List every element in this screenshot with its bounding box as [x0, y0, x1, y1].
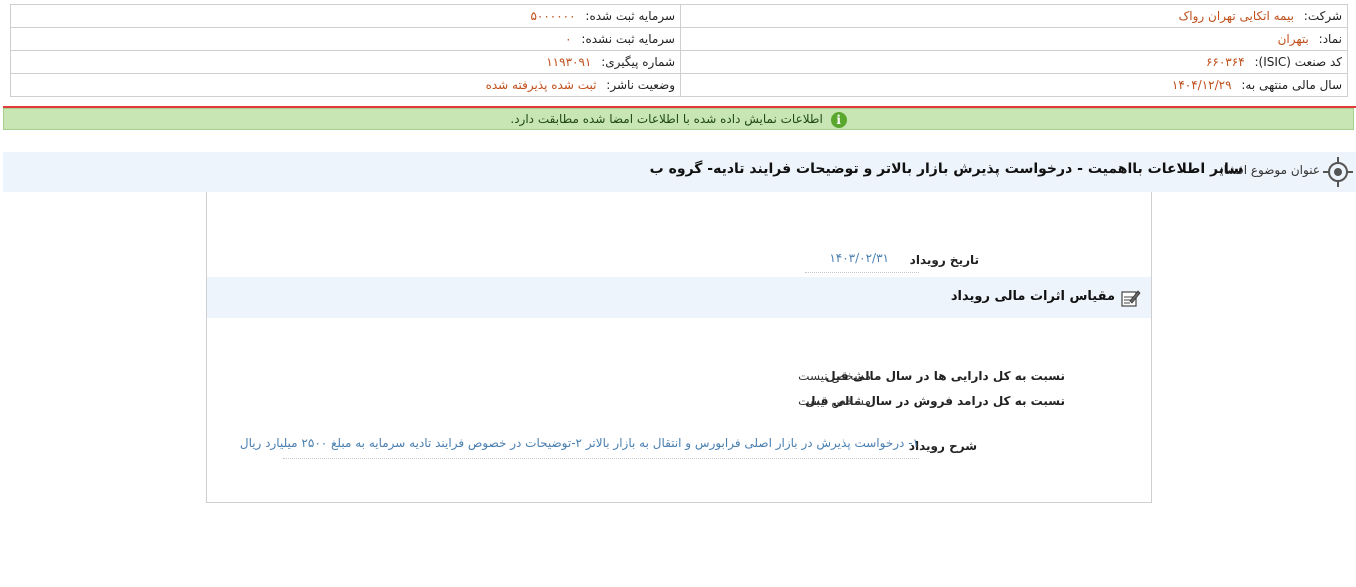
financial-effects-section: مقیاس اثرات مالی رویداد	[207, 277, 1151, 318]
event-date-label: تاریخ رویداد	[909, 253, 979, 267]
fiscal-year-label: سال مالی منتهی به:	[1241, 78, 1342, 92]
event-date-value: ۱۴۰۳/۰۲/۳۱	[829, 251, 889, 265]
company-label: شرکت:	[1303, 9, 1342, 23]
info-row: شرکت: بیمه اتکایی تهران رواک سرمایه ثبت …	[10, 4, 1348, 28]
symbol-label: نماد:	[1318, 32, 1342, 46]
ratio-assets-value: مشخص نیست	[798, 369, 871, 383]
topic-title: سایر اطلاعات بااهمیت - درخواست پذیرش باز…	[649, 161, 1243, 177]
publisher-status-cell: وضعیت ناشر: ثبت شده پذیرفته شده	[10, 73, 681, 97]
event-description-label: شرح رویداد	[908, 439, 977, 453]
registered-capital-value: ۵۰۰۰۰۰۰	[530, 9, 576, 23]
tracking-cell: شماره پیگیری: ۱۱۹۳۰۹۱	[10, 50, 681, 74]
verification-notice-text: اطلاعات نمایش داده شده با اطلاعات امضا ش…	[510, 112, 823, 126]
info-row: سال مالی منتهی به: ۱۴۰۴/۱۲/۲۹ وضعیت ناشر…	[10, 73, 1348, 97]
edit-note-icon	[1121, 290, 1141, 307]
tracking-value: ۱۱۹۳۰۹۱	[546, 55, 592, 69]
verification-notice: i اطلاعات نمایش داده شده با اطلاعات امضا…	[3, 108, 1354, 130]
event-description-underline	[283, 458, 919, 459]
info-row: نماد: بتهران سرمایه ثبت نشده: ۰	[10, 27, 1348, 51]
ratio-revenue-value: مشخص نیست	[798, 394, 871, 408]
isic-label: کد صنعت (ISIC):	[1254, 55, 1342, 69]
publisher-status-label: وضعیت ناشر:	[606, 78, 675, 92]
company-cell: شرکت: بیمه اتکایی تهران رواک	[680, 4, 1348, 28]
section-title: مقیاس اثرات مالی رویداد	[950, 289, 1115, 304]
isic-value: ۶۶۰۳۶۴	[1205, 55, 1245, 69]
unregistered-capital-value: ۰	[565, 32, 572, 46]
tracking-label: شماره پیگیری:	[601, 55, 675, 69]
unregistered-capital-label: سرمایه ثبت نشده:	[581, 32, 675, 46]
isic-cell: کد صنعت (ISIC): ۶۶۰۳۶۴	[680, 50, 1348, 74]
event-date-underline	[805, 272, 919, 273]
fiscal-year-cell: سال مالی منتهی به: ۱۴۰۴/۱۲/۲۹	[680, 73, 1348, 97]
unregistered-capital-cell: سرمایه ثبت نشده: ۰	[10, 27, 681, 51]
publisher-status-value: ثبت شده پذیرفته شده	[485, 78, 597, 92]
symbol-value: بتهران	[1277, 32, 1309, 46]
target-icon	[1323, 157, 1353, 187]
event-panel: تاریخ رویداد ۱۴۰۳/۰۲/۳۱ مقیاس اثرات مالی…	[206, 192, 1152, 503]
info-row: کد صنعت (ISIC): ۶۶۰۳۶۴ شماره پیگیری: ۱۱۹…	[10, 50, 1348, 74]
registered-capital-label: سرمایه ثبت شده:	[585, 9, 675, 23]
event-description-value: ۱- درخواست پذیرش در بازار اصلی فرابورس و…	[239, 436, 919, 450]
topic-bar: عنوان موضوع افشا: سایر اطلاعات بااهمیت -…	[3, 152, 1356, 192]
symbol-cell: نماد: بتهران	[680, 27, 1348, 51]
fiscal-year-value: ۱۴۰۴/۱۲/۲۹	[1171, 78, 1232, 92]
registered-capital-cell: سرمایه ثبت شده: ۵۰۰۰۰۰۰	[10, 4, 681, 28]
company-value: بیمه اتکایی تهران رواک	[1178, 9, 1294, 23]
info-icon: i	[830, 111, 847, 128]
company-info-table: شرکت: بیمه اتکایی تهران رواک سرمایه ثبت …	[10, 4, 1348, 97]
